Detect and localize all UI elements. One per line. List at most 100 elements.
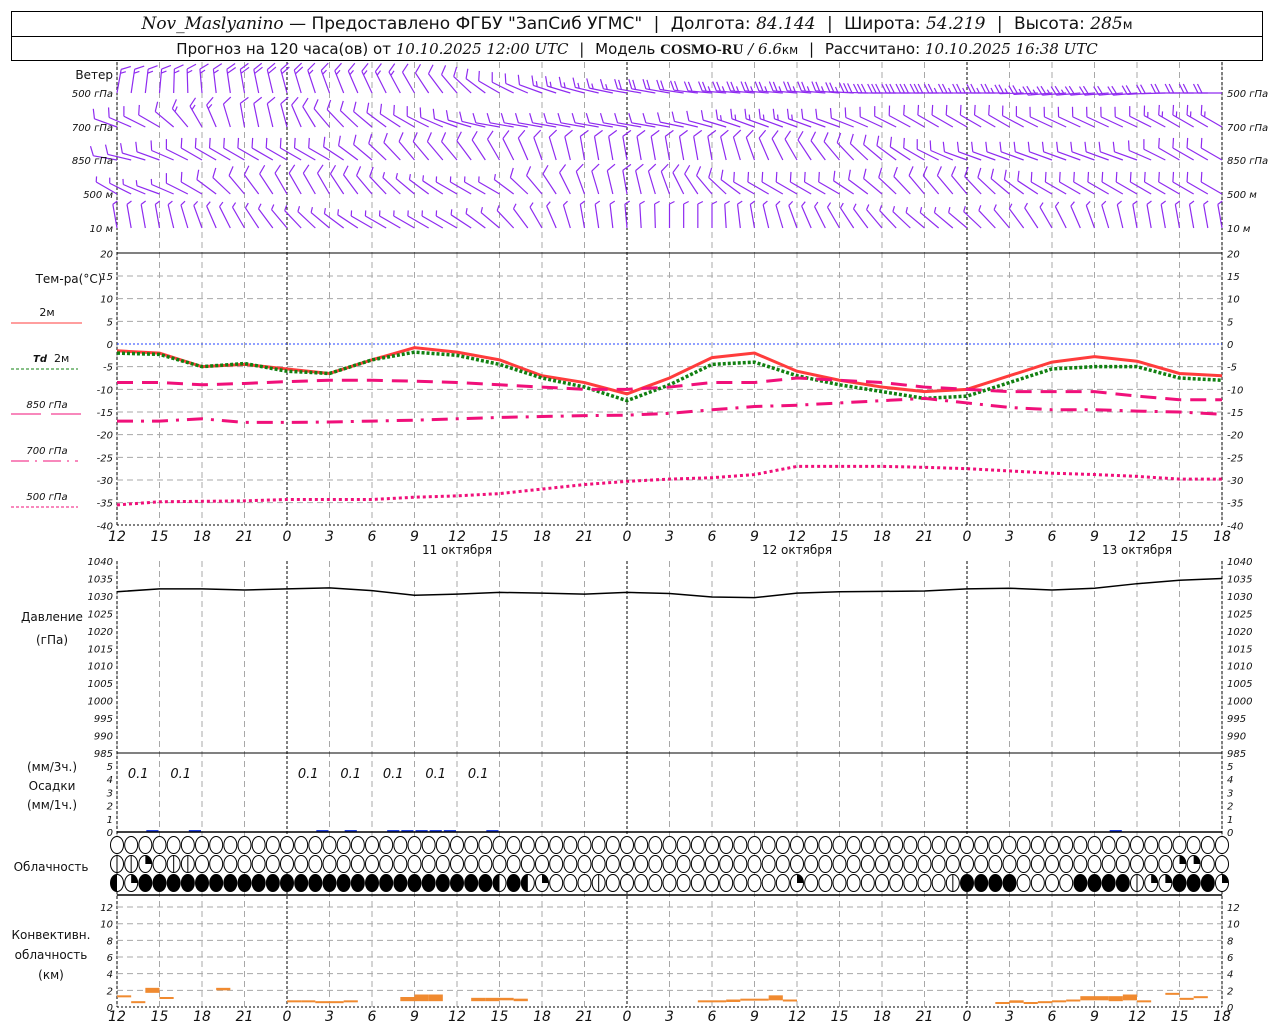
cloud-symbol xyxy=(322,855,337,873)
cloud-symbol xyxy=(1002,855,1017,873)
precip-tick-label: 3 xyxy=(1227,788,1233,799)
cloud-symbol xyxy=(350,874,365,892)
wind-barb xyxy=(905,206,925,229)
precip-label: Осадки xyxy=(29,779,76,793)
convective-bar xyxy=(1066,999,1081,1002)
x-tick-label: 0 xyxy=(963,529,972,545)
cloud-symbol xyxy=(336,874,351,892)
cloud-symbol xyxy=(506,836,521,854)
wind-barb xyxy=(1203,200,1209,229)
cloud-symbol xyxy=(846,855,861,873)
cloud-symbol xyxy=(988,855,1003,873)
x-tick-label: 21 xyxy=(916,529,934,545)
cloud-symbol xyxy=(407,836,422,854)
cloud-symbol xyxy=(265,855,280,873)
cloud-symbol xyxy=(1073,836,1088,854)
precip-3h-label: 0.1 xyxy=(340,767,361,782)
wind-barb xyxy=(222,96,232,128)
cloud-symbol xyxy=(605,855,620,873)
precip-3h-label: 0.1 xyxy=(298,767,319,782)
wind-barb xyxy=(383,132,401,161)
cloud-symbol xyxy=(336,855,351,873)
cloud-symbol xyxy=(804,836,819,854)
wind-barb xyxy=(334,62,345,94)
precip-3h-label: (мм/3ч.) xyxy=(27,760,77,774)
wind-barb xyxy=(636,129,646,161)
cloud-symbol xyxy=(180,874,195,892)
pressure-tick-label: 1020 xyxy=(88,627,113,638)
wind-barb xyxy=(859,106,883,128)
wind-barb xyxy=(606,163,616,195)
precip-tick-label: 1 xyxy=(1227,815,1233,826)
cloud-symbol xyxy=(662,855,677,873)
wind-barb xyxy=(1070,201,1081,229)
cloud-symbol xyxy=(492,874,507,892)
wind-barb xyxy=(199,63,209,94)
precip-3h-label: 0.1 xyxy=(425,767,446,782)
wind-barb xyxy=(313,99,330,128)
wind-barb xyxy=(1115,171,1138,195)
wind-barb xyxy=(194,137,217,161)
cloud-symbol xyxy=(903,874,918,892)
temp-tick-label: -25 xyxy=(97,453,113,464)
cloud-symbol xyxy=(464,874,479,892)
convective-bar xyxy=(754,998,769,1001)
x-tick-label-bottom: 18 xyxy=(533,1009,551,1024)
cloud-symbol xyxy=(1186,874,1201,892)
wind-barb xyxy=(130,65,145,94)
wind-barb xyxy=(196,169,217,195)
cloud-symbol xyxy=(563,855,578,873)
x-tick-label: 3 xyxy=(1005,529,1014,545)
cloud-symbol xyxy=(294,874,309,892)
cloud-symbol xyxy=(435,855,450,873)
cloud-symbol xyxy=(620,855,634,873)
wind-barb xyxy=(116,65,131,94)
cloud-symbol xyxy=(903,836,918,854)
conv-tick-label: 0 xyxy=(107,1003,113,1014)
wind-barb xyxy=(1029,106,1053,128)
cloud-symbol xyxy=(322,874,337,892)
precip-tick-label: 5 xyxy=(107,762,113,773)
cloud-symbol xyxy=(1030,836,1045,854)
precip-tick-label: 2 xyxy=(1227,802,1233,813)
x-tick-label-bottom: 3 xyxy=(665,1009,674,1024)
cloud-symbol xyxy=(747,836,762,854)
wind-barb xyxy=(1186,137,1209,161)
cloud-symbol xyxy=(875,874,889,892)
wind-barb xyxy=(426,132,444,161)
wind-barb xyxy=(1192,83,1222,94)
temp-tick-label: 0 xyxy=(1227,340,1233,351)
convective-bar xyxy=(159,997,174,1000)
wind-barb xyxy=(647,163,657,195)
temp-tick-label: 20 xyxy=(100,249,113,260)
wind-barb xyxy=(922,166,940,195)
cloud-symbol xyxy=(860,874,875,892)
wind-barb xyxy=(863,168,883,195)
wind-barb xyxy=(916,139,939,161)
temp-tick-label: -15 xyxy=(97,408,113,419)
wind-barb xyxy=(517,129,529,161)
convective-bar xyxy=(216,987,231,991)
cloud-symbol xyxy=(577,874,592,892)
pressure-tick-label: 1015 xyxy=(88,644,113,655)
cloud-symbol xyxy=(1045,874,1059,892)
wind-barb xyxy=(509,167,529,195)
cloud-symbol xyxy=(152,874,167,892)
cloud-label: Облачность xyxy=(14,860,89,874)
cloud-symbol xyxy=(124,855,139,873)
cloud-symbol xyxy=(775,855,790,873)
wind-barb xyxy=(265,137,288,161)
wind-barb xyxy=(382,172,401,195)
temp-tick-label: 20 xyxy=(1227,249,1240,260)
wind-barb xyxy=(562,200,571,229)
cloud-symbol xyxy=(365,836,379,854)
wind-barb xyxy=(1114,106,1138,128)
convective-bar xyxy=(1165,992,1180,995)
wind-barb xyxy=(1057,106,1081,128)
wind-barb xyxy=(144,65,158,94)
wind-barb xyxy=(219,201,231,229)
wind-barb xyxy=(293,137,316,161)
x-tick-label: 6 xyxy=(708,529,717,545)
wind-barb xyxy=(379,103,401,128)
cloud-symbol xyxy=(450,874,464,892)
